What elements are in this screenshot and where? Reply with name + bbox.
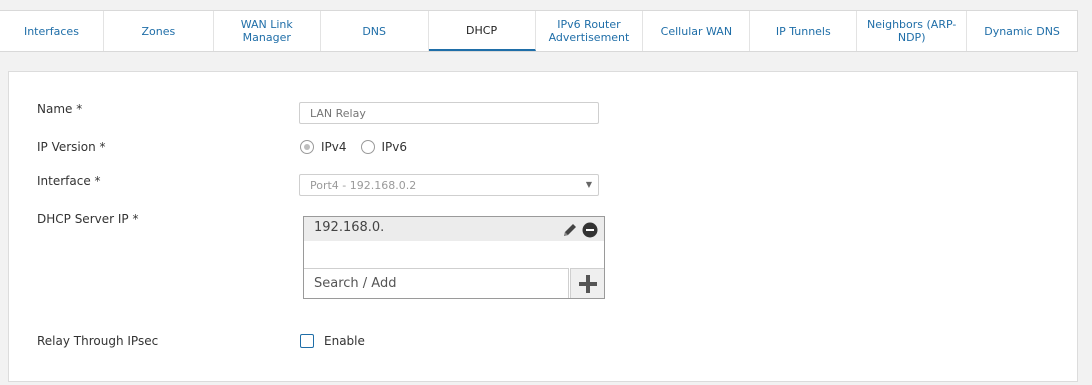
relay-ipsec-label: Relay Through IPsec xyxy=(37,334,159,348)
interface-label: Interface * xyxy=(37,174,101,188)
ipv6-radio[interactable] xyxy=(360,140,375,154)
name-label: Name * xyxy=(37,102,83,116)
add-button[interactable] xyxy=(570,268,604,298)
tab-dynamic-dns[interactable]: Dynamic DNS xyxy=(967,11,1077,51)
enable-checkbox[interactable] xyxy=(300,334,314,348)
tab-ipv6-router-advertisement[interactable]: IPv6 Router Advertisement xyxy=(536,11,644,51)
ip-version-label: IP Version * xyxy=(37,140,106,154)
tab-neighbors[interactable]: Neighbors (ARP-NDP) xyxy=(857,11,968,51)
radio-selected-dot xyxy=(304,144,310,150)
ipv4-radio[interactable] xyxy=(300,140,314,154)
tab-zones[interactable]: Zones xyxy=(104,11,214,51)
interface-select[interactable]: Port4 - 192.168.0.2 ▼ xyxy=(299,174,599,196)
interface-select-value: Port4 - 192.168.0.2 xyxy=(310,179,417,192)
name-input[interactable] xyxy=(299,102,599,124)
minus-circle-icon[interactable] xyxy=(582,222,598,238)
ip-version-radio-group: IPv4 IPv6 xyxy=(300,140,421,154)
tab-ip-tunnels[interactable]: IP Tunnels xyxy=(750,11,858,51)
tab-wan-link-manager[interactable]: WAN Link Manager xyxy=(214,11,321,51)
dhcp-server-ip: 192.168.0. xyxy=(314,220,385,235)
tab-interfaces[interactable]: Interfaces xyxy=(0,11,104,51)
search-add-input[interactable] xyxy=(304,268,569,298)
dhcp-relay-form: Name * IP Version * IPv4 IPv6 Interface … xyxy=(8,71,1078,382)
tab-dns[interactable]: DNS xyxy=(321,11,429,51)
caret-down-icon: ▼ xyxy=(585,180,592,189)
tab-bar: Interfaces Zones WAN Link Manager DNS DH… xyxy=(0,10,1078,52)
dhcp-server-label: DHCP Server IP * xyxy=(37,212,139,226)
dhcp-server-list: 192.168.0. xyxy=(303,216,605,299)
enable-checkbox-label[interactable]: Enable xyxy=(324,334,365,348)
ipv6-radio-label[interactable]: IPv6 xyxy=(382,140,408,154)
list-item[interactable]: 192.168.0. xyxy=(304,217,604,241)
tab-dhcp[interactable]: DHCP xyxy=(428,11,536,51)
ipv4-radio-label[interactable]: IPv4 xyxy=(321,140,347,154)
plus-icon xyxy=(578,274,597,293)
tab-cellular-wan[interactable]: Cellular WAN xyxy=(643,11,751,51)
pencil-icon[interactable] xyxy=(562,222,578,238)
